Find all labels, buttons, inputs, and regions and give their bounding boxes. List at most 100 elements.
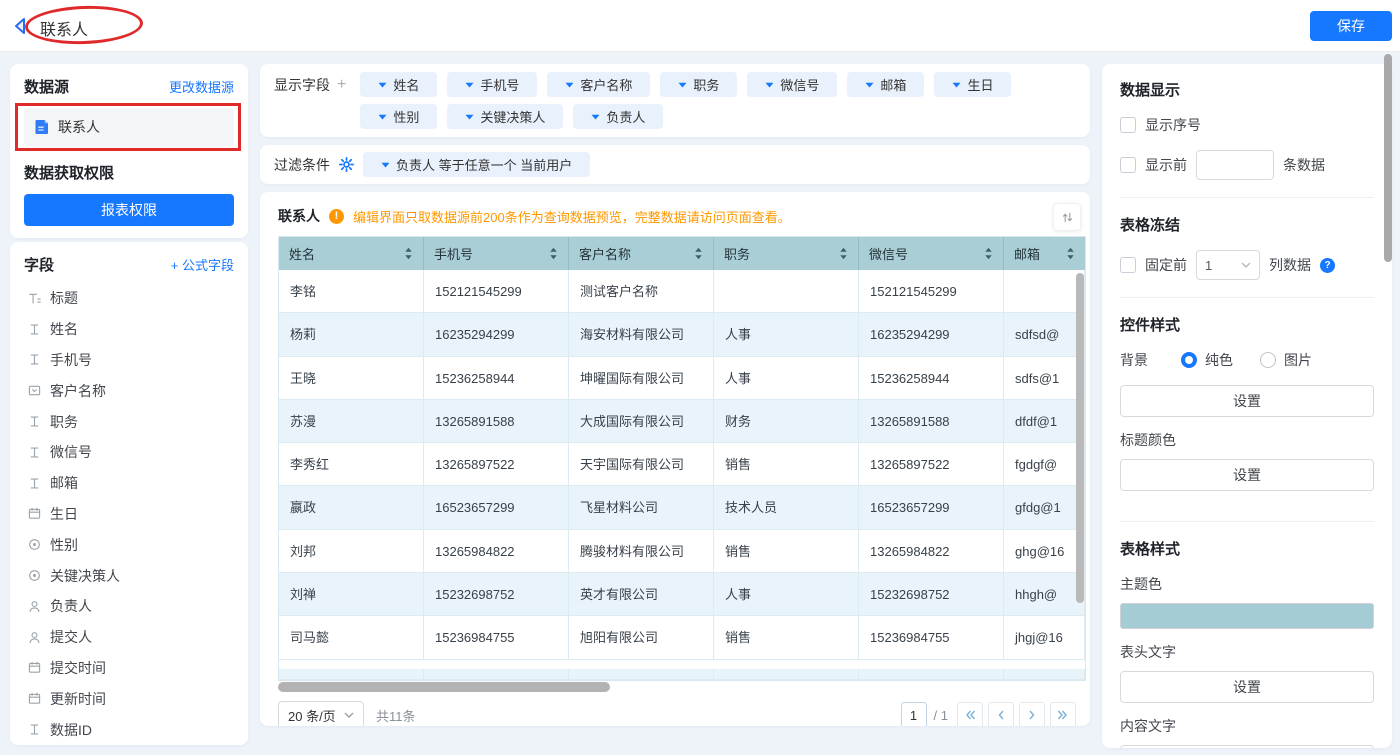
column-header-0[interactable]: 姓名 bbox=[279, 237, 424, 270]
display-field-chip-3[interactable]: 职务 bbox=[660, 72, 737, 97]
filter-condition-chip[interactable]: 负责人 等于任意一个 当前用户 bbox=[363, 152, 590, 177]
field-item-12[interactable]: 提交时间 bbox=[24, 653, 234, 684]
table-cell: 李秀红 bbox=[279, 443, 424, 486]
solid-color-radio[interactable] bbox=[1181, 352, 1197, 368]
field-item-6[interactable]: 邮箱 bbox=[24, 468, 234, 499]
content-text-set-button[interactable]: 设置 bbox=[1120, 745, 1374, 748]
freeze-columns-select[interactable]: 1 bbox=[1196, 250, 1260, 280]
table-body: 李铭152121545299测试客户名称152121545299杨莉162352… bbox=[279, 270, 1085, 669]
filter-card: 过滤条件 负责人 等于任意一个 当前用户 bbox=[260, 145, 1090, 184]
show-index-checkbox[interactable] bbox=[1120, 117, 1136, 133]
back-icon[interactable] bbox=[13, 17, 29, 35]
table-row-3: 苏漫13265891588大成国际有限公司财务13265891588dfdf@1 bbox=[279, 400, 1085, 443]
display-field-chip-4[interactable]: 微信号 bbox=[747, 72, 837, 97]
table-cell: 16235294299 bbox=[859, 313, 1004, 356]
sort-carets-icon bbox=[404, 247, 413, 260]
field-item-10[interactable]: 负责人 bbox=[24, 591, 234, 622]
display-field-chip-7[interactable]: 性别 bbox=[360, 104, 437, 129]
field-item-label: 性别 bbox=[50, 535, 78, 555]
chip-label: 姓名 bbox=[393, 75, 419, 94]
field-item-0[interactable]: 标题 bbox=[24, 283, 234, 314]
current-page-input[interactable]: 1 bbox=[901, 702, 927, 726]
next-page-button[interactable] bbox=[1019, 702, 1045, 726]
page-scrollbar[interactable] bbox=[1384, 54, 1392, 262]
sort-carets-icon bbox=[984, 247, 993, 260]
table-horizontal-scrollbar[interactable] bbox=[278, 682, 610, 692]
field-item-7[interactable]: 生日 bbox=[24, 499, 234, 530]
display-field-chip-0[interactable]: 姓名 bbox=[360, 72, 437, 97]
field-item-3[interactable]: 客户名称 bbox=[24, 375, 234, 406]
chevron-down-icon bbox=[1241, 262, 1251, 268]
image-radio[interactable] bbox=[1260, 352, 1276, 368]
add-display-field-button[interactable]: + bbox=[337, 76, 346, 94]
field-item-14[interactable]: 数据ID bbox=[24, 714, 234, 745]
chevron-down-icon bbox=[378, 82, 387, 88]
display-field-chip-5[interactable]: 邮箱 bbox=[847, 72, 924, 97]
display-field-chip-8[interactable]: 关键决策人 bbox=[447, 104, 563, 129]
page-size-select[interactable]: 20 条/页 bbox=[278, 701, 364, 726]
field-item-11[interactable]: 提交人 bbox=[24, 622, 234, 653]
column-header-2[interactable]: 客户名称 bbox=[569, 237, 714, 270]
field-item-5[interactable]: 微信号 bbox=[24, 437, 234, 468]
sort-toggle-button[interactable] bbox=[1053, 203, 1081, 231]
column-header-4[interactable]: 微信号 bbox=[859, 237, 1004, 270]
chevron-down-icon bbox=[865, 82, 874, 88]
field-item-13[interactable]: 更新时间 bbox=[24, 683, 234, 714]
field-item-8[interactable]: 性别 bbox=[24, 529, 234, 560]
add-formula-field-link[interactable]: + 公式字段 bbox=[171, 255, 234, 274]
select-field-icon bbox=[27, 384, 41, 397]
column-header-label: 微信号 bbox=[869, 244, 908, 263]
save-button[interactable]: 保存 bbox=[1310, 11, 1392, 41]
field-item-label: 关键决策人 bbox=[50, 566, 120, 586]
chevron-down-icon bbox=[952, 82, 961, 88]
display-field-chip-9[interactable]: 负责人 bbox=[573, 104, 663, 129]
column-header-5[interactable]: 邮箱 bbox=[1004, 237, 1085, 270]
table-cell: 13265984822 bbox=[424, 530, 569, 573]
chevron-down-icon bbox=[565, 82, 574, 88]
first-page-button[interactable] bbox=[957, 702, 983, 726]
header-text-set-button[interactable]: 设置 bbox=[1120, 671, 1374, 703]
last-page-button[interactable] bbox=[1050, 702, 1076, 726]
prev-page-button[interactable] bbox=[988, 702, 1014, 726]
report-permission-button[interactable]: 报表权限 bbox=[24, 194, 234, 226]
background-set-button[interactable]: 设置 bbox=[1120, 385, 1374, 417]
field-item-9[interactable]: 关键决策人 bbox=[24, 560, 234, 591]
display-field-chip-1[interactable]: 手机号 bbox=[447, 72, 537, 97]
field-item-label: 客户名称 bbox=[50, 381, 106, 401]
display-field-chip-2[interactable]: 客户名称 bbox=[547, 72, 650, 97]
change-datasource-link[interactable]: 更改数据源 bbox=[169, 77, 234, 96]
field-item-label: 邮箱 bbox=[50, 473, 78, 493]
filter-settings-gear-icon[interactable] bbox=[339, 157, 354, 172]
preview-table: 姓名手机号客户名称职务 微信号 邮箱 李铭152121545299测试客户名称152… bbox=[278, 236, 1086, 681]
theme-color-swatch[interactable] bbox=[1120, 603, 1374, 629]
divider bbox=[1120, 197, 1374, 198]
column-header-label: 邮箱 bbox=[1014, 244, 1040, 263]
freeze-columns-checkbox[interactable] bbox=[1120, 257, 1136, 273]
field-item-label: 更新时间 bbox=[50, 689, 106, 709]
field-item-1[interactable]: 姓名 bbox=[24, 314, 234, 345]
page-title: 联系人 bbox=[40, 16, 88, 40]
datasource-item[interactable]: 联系人 bbox=[24, 108, 234, 146]
column-header-label: 职务 bbox=[724, 244, 750, 263]
column-header-3[interactable]: 职务 bbox=[714, 237, 859, 270]
column-header-1[interactable]: 手机号 bbox=[424, 237, 569, 270]
field-item-2[interactable]: 手机号 bbox=[24, 345, 234, 376]
data-display-heading: 数据显示 bbox=[1120, 79, 1374, 100]
title-color-set-button[interactable]: 设置 bbox=[1120, 459, 1374, 491]
display-field-chip-6[interactable]: 生日 bbox=[934, 72, 1011, 97]
field-item-label: 提交时间 bbox=[50, 658, 106, 678]
table-cell: 人事 bbox=[714, 313, 859, 356]
settings-panel: 数据显示 显示序号 显示前 条数据 表格冻结 固定前 1 列数据 ? 控件样式 … bbox=[1102, 64, 1392, 748]
text-field-icon bbox=[27, 446, 41, 459]
sort-carets-icon bbox=[549, 247, 558, 260]
background-label: 背景 bbox=[1120, 350, 1172, 370]
field-item-4[interactable]: 职务 bbox=[24, 406, 234, 437]
table-cell: 15236258944 bbox=[859, 357, 1004, 400]
show-first-count-input[interactable] bbox=[1196, 150, 1274, 180]
chevron-down-icon bbox=[591, 114, 600, 120]
table-cell: 人事 bbox=[714, 357, 859, 400]
show-first-checkbox[interactable] bbox=[1120, 157, 1136, 173]
warning-icon: ! bbox=[329, 209, 344, 224]
table-vertical-scrollbar[interactable] bbox=[1076, 273, 1084, 603]
help-icon[interactable]: ? bbox=[1320, 258, 1335, 273]
